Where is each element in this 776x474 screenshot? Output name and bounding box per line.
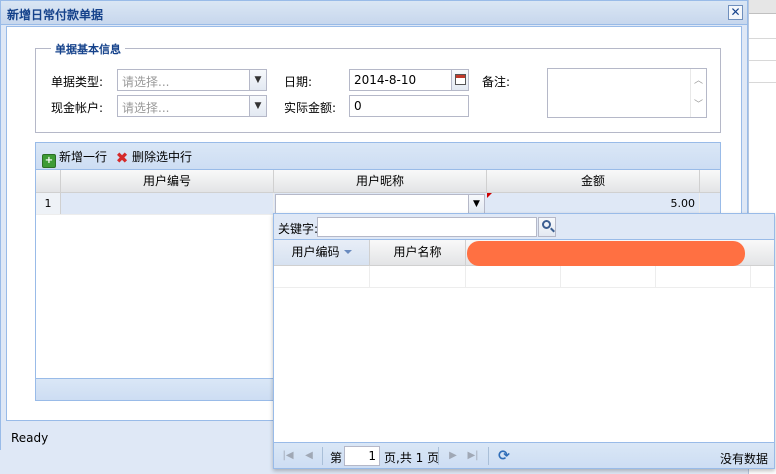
- keyword-search-bar: 关键字:: [274, 214, 774, 240]
- next-page-icon[interactable]: ▶: [446, 449, 460, 463]
- pager-separator: [438, 447, 439, 465]
- delete-rows-label: 删除选中行: [132, 150, 193, 164]
- empty-row: [274, 266, 774, 288]
- close-button[interactable]: ✕: [728, 5, 743, 20]
- textarea-scrollbar[interactable]: ︿ ﹀: [690, 69, 706, 117]
- page-number-input[interactable]: 1: [344, 446, 380, 466]
- refresh-icon[interactable]: ⟳: [496, 448, 512, 464]
- empty-cell: [370, 266, 466, 287]
- date-label: 日期:: [284, 75, 313, 89]
- keyword-input[interactable]: [317, 217, 537, 237]
- pager-toolbar: |◀ ◀ 第 1 页,共 1 页 ▶ ▶| ⟳ 没有数据: [274, 442, 774, 468]
- search-button[interactable]: [538, 217, 556, 237]
- scroll-down-icon[interactable]: ﹀: [691, 93, 706, 117]
- remark-textarea[interactable]: ︿ ﹀: [547, 68, 707, 118]
- calendar-icon: [455, 74, 466, 85]
- chevron-down-icon[interactable]: ▼: [249, 70, 266, 90]
- empty-cell: [561, 266, 656, 287]
- row-number: 1: [36, 193, 61, 214]
- grid-header: 用户编号 用户昵称 金额: [36, 170, 720, 193]
- delete-rows-button[interactable]: ✖ 删除选中行: [115, 148, 192, 166]
- basic-info-fieldset: 单据基本信息 单据类型: 请选择... ▼ 现金帐户: 请选择... ▼ 日期:…: [35, 41, 721, 133]
- scroll-up-icon[interactable]: ︿: [691, 69, 706, 93]
- column-header-amount[interactable]: 金额: [487, 170, 700, 192]
- search-icon-handle: [550, 227, 555, 233]
- column-header-user-code[interactable]: 用户编码: [274, 240, 370, 265]
- grid-toolbar: + 新增一行 ✖ 删除选中行: [36, 143, 720, 170]
- user-id-cell[interactable]: [61, 193, 274, 214]
- add-row-label: 新增一行: [59, 150, 108, 164]
- doc-type-label: 单据类型:: [51, 75, 104, 89]
- close-icon: ✕: [730, 5, 741, 19]
- column-header-user-id[interactable]: 用户编号: [61, 170, 274, 192]
- cash-account-label: 现金帐户:: [51, 101, 104, 115]
- empty-cell: [656, 266, 751, 287]
- prev-page-icon[interactable]: ◀: [302, 449, 316, 463]
- remark-label: 备注:: [482, 75, 511, 89]
- dialog-header[interactable]: 新增日常付款单据 ✕: [1, 1, 747, 25]
- empty-cell: [274, 266, 370, 287]
- dialog-title: 新增日常付款单据: [7, 8, 104, 22]
- page-label: 第: [330, 451, 343, 465]
- table-row[interactable]: 1 ▼ 5.00: [36, 193, 720, 215]
- row-number-header: [36, 170, 61, 192]
- cash-account-placeholder: 请选择...: [122, 101, 170, 115]
- doc-type-combo[interactable]: 请选择... ▼: [117, 69, 267, 91]
- actual-amount-value: 0: [354, 99, 362, 113]
- delete-icon: ✖: [115, 149, 129, 167]
- actual-amount-input[interactable]: 0: [349, 95, 469, 117]
- empty-message: 没有数据: [719, 452, 768, 466]
- status-text: Ready: [11, 431, 49, 445]
- first-page-icon[interactable]: |◀: [281, 449, 295, 463]
- keyword-label: 关键字:: [278, 222, 319, 236]
- calendar-button[interactable]: [451, 70, 468, 90]
- background-divider: [749, 60, 776, 61]
- last-page-icon[interactable]: ▶|: [466, 449, 480, 463]
- background-toolbar: [749, 0, 776, 14]
- date-value: 2014-8-10: [354, 73, 417, 87]
- column-header-user-name[interactable]: 用户名称: [370, 240, 466, 265]
- redaction-mark: [467, 241, 745, 266]
- sort-desc-icon: [343, 250, 352, 254]
- column-header-nickname[interactable]: 用户昵称: [274, 170, 487, 192]
- doc-type-placeholder: 请选择...: [122, 75, 170, 89]
- empty-cell: [466, 266, 561, 287]
- add-row-icon: +: [42, 154, 56, 168]
- date-field[interactable]: 2014-8-10: [349, 69, 469, 91]
- page-count-text: 页,共 1 页: [384, 451, 440, 465]
- user-code-header-label: 用户编码: [291, 245, 340, 259]
- add-row-button[interactable]: + 新增一行: [42, 148, 108, 168]
- amount-cell[interactable]: 5.00: [487, 193, 700, 214]
- background-divider: [749, 38, 776, 39]
- background-divider: [749, 82, 776, 83]
- user-picker-popup: 关键字: 用户编码 用户名称 |◀ ◀ 第 1 页,共 1 页 ▶ ▶| ⟳ 没…: [273, 213, 775, 469]
- pager-separator: [488, 447, 489, 465]
- nickname-editor[interactable]: ▼: [275, 194, 485, 214]
- actual-amount-label: 实际金额:: [284, 101, 337, 115]
- cash-account-combo[interactable]: 请选择... ▼: [117, 95, 267, 117]
- fieldset-legend: 单据基本信息: [51, 41, 125, 57]
- pager-separator: [322, 447, 323, 465]
- chevron-down-icon[interactable]: ▼: [249, 96, 266, 116]
- chevron-down-icon[interactable]: ▼: [468, 195, 484, 213]
